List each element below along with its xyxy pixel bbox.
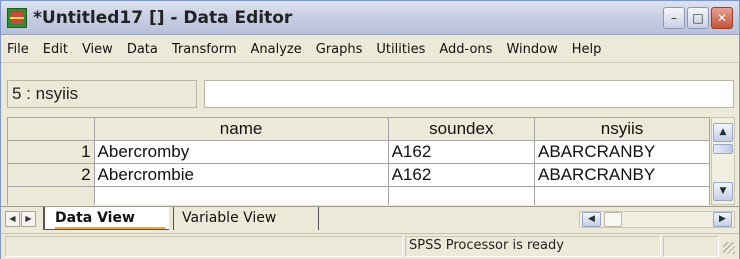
status-segment <box>663 236 719 257</box>
column-header-nsyiis[interactable]: nsyiis <box>534 117 710 141</box>
header-row: name soundex nsyiis <box>7 117 710 141</box>
vertical-scrollbar[interactable]: ▲ ▼ <box>711 117 735 205</box>
menu-graphs[interactable]: Graphs <box>316 42 363 57</box>
active-tab-underline <box>55 227 165 229</box>
window-title: *Untitled17 [] - Data Editor <box>33 8 293 28</box>
horizontal-scroll-thumb[interactable] <box>604 212 622 227</box>
menu-transform[interactable]: Transform <box>172 42 237 57</box>
row-number[interactable] <box>7 186 95 205</box>
tab-data-view-label: Data View <box>55 210 135 226</box>
vertical-scroll-thumb[interactable] <box>713 144 733 154</box>
row-number[interactable]: 1 <box>7 140 95 164</box>
spss-app-icon[interactable] <box>7 8 27 28</box>
status-text: SPSS Processor is ready <box>409 238 564 253</box>
column-header-name[interactable]: name <box>93 117 389 141</box>
table-row: 2 Abercrombie A162 ABARCRANBY <box>7 163 710 187</box>
chevron-right-icon: ▶ <box>719 214 726 224</box>
view-tab-bar: ◀ ▶ Data View Variable View ◀ ▶ <box>1 206 739 231</box>
scroll-right-button[interactable]: ▶ <box>713 212 732 227</box>
scroll-up-button[interactable]: ▲ <box>713 123 733 142</box>
chevron-up-icon: ▲ <box>719 127 727 137</box>
table-cell[interactable]: Abercromby <box>93 140 389 164</box>
horizontal-scrollbar[interactable]: ◀ ▶ <box>579 211 735 228</box>
close-icon: ✕ <box>716 11 728 25</box>
menu-view[interactable]: View <box>82 42 113 57</box>
minimize-icon: – <box>671 11 677 25</box>
table-cell[interactable] <box>534 186 710 205</box>
status-segment <box>5 236 403 257</box>
menu-analyze[interactable]: Analyze <box>251 42 302 57</box>
chevron-right-icon: ▶ <box>25 214 32 223</box>
menu-help[interactable]: Help <box>572 42 602 57</box>
minimize-button[interactable]: – <box>663 7 685 29</box>
table-row <box>7 186 710 205</box>
data-grid: name soundex nsyiis 1 Abercromby A162 AB… <box>7 117 710 205</box>
menu-utilities[interactable]: Utilities <box>376 42 425 57</box>
maximize-button[interactable]: □ <box>687 7 709 29</box>
status-bar: SPSS Processor is ready <box>1 233 739 259</box>
menu-file[interactable]: File <box>7 42 29 57</box>
close-button[interactable]: ✕ <box>711 7 733 29</box>
table-row: 1 Abercromby A162 ABARCRANBY <box>7 140 710 164</box>
menu-data[interactable]: Data <box>127 42 158 57</box>
row-number[interactable]: 2 <box>7 163 95 187</box>
corner-cell[interactable] <box>7 117 95 141</box>
chevron-left-icon: ◀ <box>588 214 595 224</box>
table-cell[interactable]: Abercrombie <box>93 163 389 187</box>
table-cell[interactable]: A162 <box>387 163 536 187</box>
chevron-left-icon: ◀ <box>9 214 16 223</box>
scroll-down-button[interactable]: ▼ <box>713 182 733 201</box>
table-cell[interactable] <box>387 186 536 205</box>
tab-variable-view[interactable]: Variable View <box>173 207 319 230</box>
maximize-icon: □ <box>692 11 704 25</box>
scroll-left-button[interactable]: ◀ <box>582 212 601 227</box>
column-header-soundex[interactable]: soundex <box>387 117 536 141</box>
table-cell[interactable]: A162 <box>387 140 536 164</box>
data-editor-window: *Untitled17 [] - Data Editor – □ ✕ File … <box>0 0 740 259</box>
cell-reference: 5 : nsyiis <box>7 80 197 108</box>
tab-prev-button[interactable]: ◀ <box>5 211 20 227</box>
table-cell[interactable]: ABARCRANBY <box>534 140 710 164</box>
tab-variable-view-label: Variable View <box>182 210 277 226</box>
tab-data-view[interactable]: Data View <box>43 207 169 230</box>
chevron-down-icon: ▼ <box>719 186 727 196</box>
resize-grip-icon[interactable] <box>723 242 735 254</box>
menu-add-ons[interactable]: Add-ons <box>439 42 492 57</box>
title-bar[interactable]: *Untitled17 [] - Data Editor – □ ✕ <box>1 1 739 35</box>
table-cell[interactable] <box>93 186 389 205</box>
menu-window[interactable]: Window <box>506 42 557 57</box>
table-cell[interactable]: ABARCRANBY <box>534 163 710 187</box>
cell-editor-bar: 5 : nsyiis <box>1 75 739 115</box>
menu-bar: File Edit View Data Transform Analyze Gr… <box>1 36 739 63</box>
cell-value-input[interactable] <box>204 80 734 108</box>
tab-next-button[interactable]: ▶ <box>21 211 36 227</box>
menu-edit[interactable]: Edit <box>43 42 68 57</box>
